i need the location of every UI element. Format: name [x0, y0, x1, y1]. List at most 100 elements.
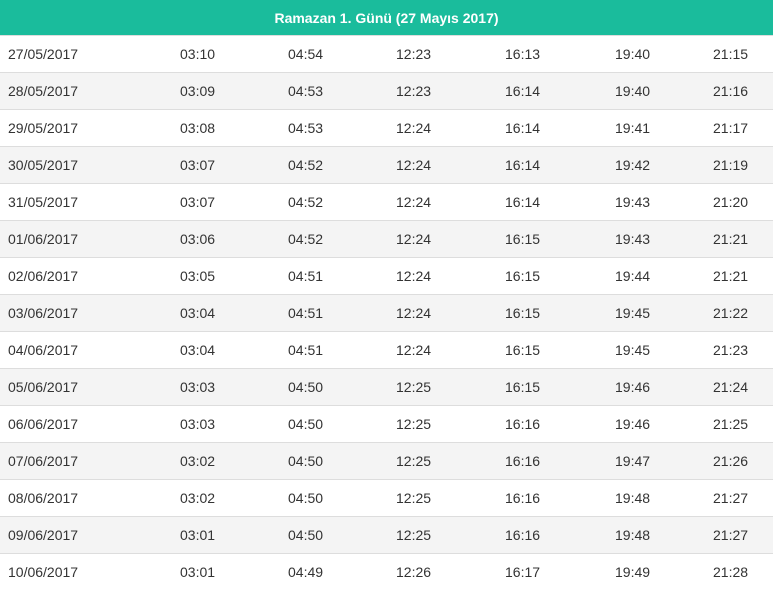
cell-yatsi: 21:21	[713, 268, 749, 284]
cell-ogle: 12:24	[396, 194, 432, 210]
cell-date: 07/06/2017	[8, 453, 79, 469]
cell-ogle: 12:24	[396, 305, 432, 321]
cell-gunes: 04:49	[288, 564, 324, 580]
table-row: 06/06/2017 03:03 04:50 12:25 16:16 19:46 21:25	[0, 405, 773, 442]
table-row: 29/05/2017 03:08 04:53 12:24 16:14 19:41 21:17	[0, 109, 773, 146]
cell-imsak: 03:01	[180, 527, 216, 543]
cell-date: 31/05/2017	[8, 194, 79, 210]
cell-ikindi: 16:16	[505, 453, 541, 469]
cell-gunes: 04:50	[288, 416, 324, 432]
cell-ikindi: 16:15	[505, 379, 541, 395]
cell-ogle: 12:25	[396, 527, 432, 543]
cell-aksam: 19:48	[615, 527, 651, 543]
cell-date: 06/06/2017	[8, 416, 79, 432]
cell-gunes: 04:53	[288, 83, 324, 99]
cell-yatsi: 21:27	[713, 527, 749, 543]
cell-ikindi: 16:15	[505, 268, 541, 284]
cell-ikindi: 16:15	[505, 305, 541, 321]
table-row: 04/06/2017 03:04 04:51 12:24 16:15 19:45 21:23	[0, 331, 773, 368]
cell-yatsi: 21:26	[713, 453, 749, 469]
cell-gunes: 04:51	[288, 305, 324, 321]
cell-imsak: 03:07	[180, 194, 216, 210]
cell-yatsi: 21:24	[713, 379, 749, 395]
cell-ikindi: 16:14	[505, 120, 541, 136]
table-row: 10/06/2017 03:01 04:49 12:26 16:17 19:49 21:28	[0, 553, 773, 590]
cell-imsak: 03:07	[180, 157, 216, 173]
table-row: 03/06/2017 03:04 04:51 12:24 16:15 19:45 21:22	[0, 294, 773, 331]
cell-aksam: 19:48	[615, 490, 651, 506]
cell-imsak: 03:06	[180, 231, 216, 247]
cell-aksam: 19:47	[615, 453, 651, 469]
cell-ikindi: 16:15	[505, 342, 541, 358]
cell-date: 09/06/2017	[8, 527, 79, 543]
cell-aksam: 19:42	[615, 157, 651, 173]
cell-ikindi: 16:17	[505, 564, 541, 580]
cell-gunes: 04:50	[288, 527, 324, 543]
table-row: 05/06/2017 03:03 04:50 12:25 16:15 19:46 21:24	[0, 368, 773, 405]
cell-aksam: 19:43	[615, 194, 651, 210]
cell-ikindi: 16:16	[505, 527, 541, 543]
cell-ogle: 12:25	[396, 416, 432, 432]
cell-yatsi: 21:17	[713, 120, 749, 136]
cell-ogle: 12:23	[396, 46, 432, 62]
cell-ogle: 12:25	[396, 453, 432, 469]
cell-date: 05/06/2017	[8, 379, 79, 395]
cell-gunes: 04:50	[288, 490, 324, 506]
cell-ikindi: 16:15	[505, 231, 541, 247]
cell-date: 03/06/2017	[8, 305, 79, 321]
table-row: 27/05/2017 03:10 04:54 12:23 16:13 19:40 21:15	[0, 35, 773, 72]
cell-ogle: 12:24	[396, 120, 432, 136]
table-row: 09/06/2017 03:01 04:50 12:25 16:16 19:48 21:27	[0, 516, 773, 553]
cell-date: 28/05/2017	[8, 83, 79, 99]
cell-date: 01/06/2017	[8, 231, 79, 247]
cell-ogle: 12:26	[396, 564, 432, 580]
cell-yatsi: 21:19	[713, 157, 749, 173]
cell-imsak: 03:05	[180, 268, 216, 284]
cell-date: 04/06/2017	[8, 342, 79, 358]
cell-imsak: 03:02	[180, 453, 216, 469]
cell-ogle: 12:24	[396, 268, 432, 284]
table-row: 01/06/2017 03:06 04:52 12:24 16:15 19:43 21:21	[0, 220, 773, 257]
cell-ogle: 12:24	[396, 231, 432, 247]
cell-imsak: 03:03	[180, 379, 216, 395]
cell-aksam: 19:45	[615, 305, 651, 321]
cell-imsak: 03:03	[180, 416, 216, 432]
cell-aksam: 19:41	[615, 120, 651, 136]
cell-gunes: 04:52	[288, 194, 324, 210]
cell-ogle: 12:23	[396, 83, 432, 99]
prayer-times-table: Ramazan 1. Günü (27 Mayıs 2017) 27/05/20…	[0, 0, 773, 590]
cell-yatsi: 21:25	[713, 416, 749, 432]
cell-yatsi: 21:23	[713, 342, 749, 358]
cell-yatsi: 21:15	[713, 46, 749, 62]
cell-imsak: 03:08	[180, 120, 216, 136]
table-row: 31/05/2017 03:07 04:52 12:24 16:14 19:43 21:20	[0, 183, 773, 220]
cell-aksam: 19:44	[615, 268, 651, 284]
cell-date: 08/06/2017	[8, 490, 79, 506]
cell-gunes: 04:53	[288, 120, 324, 136]
cell-aksam: 19:43	[615, 231, 651, 247]
cell-gunes: 04:51	[288, 342, 324, 358]
cell-aksam: 19:49	[615, 564, 651, 580]
header-title: Ramazan 1. Günü (27 Mayıs 2017)	[274, 9, 499, 26]
cell-imsak: 03:09	[180, 83, 216, 99]
cell-date: 30/05/2017	[8, 157, 79, 173]
table-row: 02/06/2017 03:05 04:51 12:24 16:15 19:44 21:21	[0, 257, 773, 294]
cell-aksam: 19:46	[615, 379, 651, 395]
cell-ikindi: 16:16	[505, 490, 541, 506]
cell-imsak: 03:02	[180, 490, 216, 506]
cell-gunes: 04:50	[288, 379, 324, 395]
cell-aksam: 19:40	[615, 46, 651, 62]
cell-yatsi: 21:20	[713, 194, 749, 210]
cell-imsak: 03:04	[180, 305, 216, 321]
cell-imsak: 03:01	[180, 564, 216, 580]
cell-yatsi: 21:28	[713, 564, 749, 580]
cell-ogle: 12:25	[396, 379, 432, 395]
cell-yatsi: 21:22	[713, 305, 749, 321]
cell-ikindi: 16:13	[505, 46, 541, 62]
table-row: 08/06/2017 03:02 04:50 12:25 16:16 19:48 21:27	[0, 479, 773, 516]
cell-ogle: 12:24	[396, 157, 432, 173]
cell-imsak: 03:04	[180, 342, 216, 358]
cell-aksam: 19:40	[615, 83, 651, 99]
cell-ogle: 12:25	[396, 490, 432, 506]
table-row: 28/05/2017 03:09 04:53 12:23 16:14 19:40 21:16	[0, 72, 773, 109]
